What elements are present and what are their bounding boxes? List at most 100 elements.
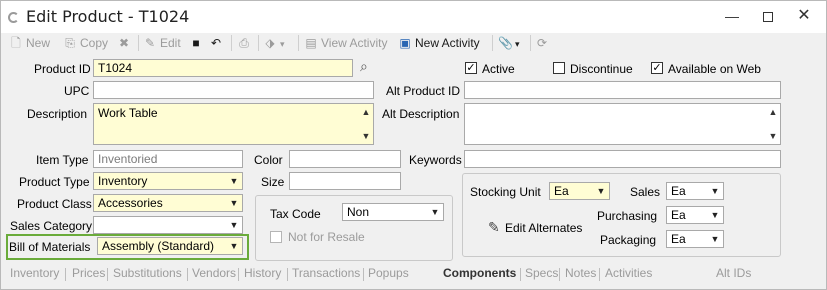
tab-substitutions[interactable]: Substitutions xyxy=(113,266,182,280)
chevron-down-icon[interactable] xyxy=(707,183,723,199)
tab-separator xyxy=(559,268,560,281)
tab-alt-ids[interactable]: Alt IDs xyxy=(716,266,751,280)
chevron-down-icon[interactable] xyxy=(226,217,242,233)
chevron-down-icon[interactable] xyxy=(593,183,609,199)
tax-code-value: Non xyxy=(347,205,370,219)
close-button[interactable]: ✕ xyxy=(789,5,819,27)
sales-unit-label: Sales xyxy=(630,185,661,199)
toolbar-separator xyxy=(298,35,299,51)
edit-icon: ✎ xyxy=(144,36,156,50)
view-activity-icon: ▤ xyxy=(305,36,317,50)
print-button[interactable]: ⎙ xyxy=(237,33,254,53)
tab-popups[interactable]: Popups xyxy=(368,266,409,280)
purchasing-unit-label: Purchasing xyxy=(597,209,658,223)
new-activity-button[interactable]: ▣ New Activity xyxy=(398,33,479,53)
alt-description-scrollbar[interactable]: ▲ ▼ xyxy=(766,104,780,144)
product-type-dropdown[interactable]: Inventory xyxy=(93,172,243,190)
edit-alternates-button[interactable]: Edit Alternates xyxy=(505,221,582,235)
refresh-button[interactable]: ⟳ xyxy=(535,33,552,53)
item-type-value: Inventoried xyxy=(98,152,158,166)
copy-button[interactable]: ⎘ Copy xyxy=(63,33,108,53)
product-class-value: Accessories xyxy=(98,196,163,210)
size-field[interactable] xyxy=(289,172,401,190)
chevron-down-icon[interactable] xyxy=(427,204,443,220)
stocking-unit-dropdown[interactable]: Ea xyxy=(549,182,610,200)
bill-of-materials-dropdown[interactable]: Assembly (Standard) xyxy=(97,237,243,255)
product-id-field[interactable]: T1024 xyxy=(93,59,353,77)
stocking-unit-value: Ea xyxy=(554,184,569,198)
pencil-icon[interactable]: ✎ xyxy=(488,219,500,236)
description-text: Work Table xyxy=(98,106,158,120)
tab-separator xyxy=(107,268,108,281)
toolbar-separator xyxy=(138,35,139,51)
discontinue-checkbox[interactable] xyxy=(553,62,565,74)
purchasing-unit-dropdown[interactable]: Ea xyxy=(666,206,724,224)
scroll-down-icon[interactable]: ▼ xyxy=(359,131,373,141)
tag-dropdown-button[interactable]: ⬗ ▾ xyxy=(263,33,284,53)
units-group: Stocking Unit Ea Sales Ea Purchasing Ea … xyxy=(462,173,781,257)
packaging-unit-value: Ea xyxy=(671,232,686,246)
available-on-web-checkbox[interactable]: ✓ xyxy=(651,62,663,74)
chevron-down-icon[interactable] xyxy=(226,195,242,211)
attach-dropdown-button[interactable]: 📎 ▾ xyxy=(498,33,520,53)
tab-transactions[interactable]: Transactions xyxy=(292,266,360,280)
tab-inventory[interactable]: Inventory xyxy=(10,266,59,280)
upc-label: UPC xyxy=(64,84,90,98)
stocking-unit-label: Stocking Unit xyxy=(470,185,541,199)
tab-vendors[interactable]: Vendors xyxy=(192,266,236,280)
keywords-field[interactable] xyxy=(464,150,781,168)
scroll-up-icon[interactable]: ▲ xyxy=(766,107,780,117)
alt-description-field[interactable]: ▲ ▼ xyxy=(464,103,781,145)
toolbar: 🗋 New ⎘ Copy ✖ ✎ Edit ■ ↶ ⎙ ⬗ ▾ ▤ View Activi… xyxy=(9,33,819,55)
chevron-down-icon[interactable] xyxy=(707,207,723,223)
delete-button[interactable]: ✖ xyxy=(117,33,134,53)
chevron-down-icon[interactable] xyxy=(226,173,242,189)
color-label: Color xyxy=(254,153,283,167)
tab-notes[interactable]: Notes xyxy=(565,266,596,280)
sales-unit-dropdown[interactable]: Ea xyxy=(666,182,724,200)
minimize-button[interactable]: — xyxy=(717,5,747,27)
undo-button[interactable]: ↶ xyxy=(209,33,226,53)
product-form: Product ID T1024 ⌕ UPC Description Work … xyxy=(6,55,822,263)
alt-product-id-field[interactable] xyxy=(464,81,781,99)
upc-field[interactable] xyxy=(93,81,374,99)
packaging-unit-dropdown[interactable]: Ea xyxy=(666,230,724,248)
bill-of-materials-value: Assembly (Standard) xyxy=(102,239,215,253)
tax-code-label: Tax Code xyxy=(270,207,321,221)
product-class-dropdown[interactable]: Accessories xyxy=(93,194,243,212)
alt-product-id-label: Alt Product ID xyxy=(386,84,461,98)
edit-button[interactable]: ✎ Edit xyxy=(143,33,181,53)
chevron-down-icon[interactable] xyxy=(226,238,242,254)
tab-specs[interactable]: Specs xyxy=(525,266,558,280)
tab-activities[interactable]: Activities xyxy=(605,266,652,280)
item-type-field[interactable]: Inventoried xyxy=(93,150,243,168)
bill-of-materials-label: Bill of Materials xyxy=(9,240,91,254)
description-field[interactable]: Work Table ▲ ▼ xyxy=(93,103,374,145)
tab-separator xyxy=(187,268,188,281)
scroll-up-icon[interactable]: ▲ xyxy=(359,107,373,117)
active-checkbox[interactable]: ✓ xyxy=(465,62,477,74)
sales-category-dropdown[interactable] xyxy=(93,216,243,234)
chevron-down-icon[interactable] xyxy=(707,231,723,247)
tab-prices[interactable]: Prices xyxy=(72,266,105,280)
undo-icon: ↶ xyxy=(210,36,222,50)
scroll-down-icon[interactable]: ▼ xyxy=(766,131,780,141)
new-button[interactable]: 🗋 New xyxy=(9,33,50,53)
tab-separator xyxy=(363,268,364,281)
save-button[interactable]: ■ xyxy=(189,33,206,53)
color-field[interactable] xyxy=(289,150,401,168)
window-title: Edit Product - T1024 xyxy=(26,7,190,26)
tab-components[interactable]: Components xyxy=(443,266,516,280)
maximize-button[interactable] xyxy=(753,5,783,27)
not-for-resale-checkbox[interactable] xyxy=(270,231,282,243)
description-scrollbar[interactable]: ▲ ▼ xyxy=(359,104,373,144)
tab-history[interactable]: History xyxy=(244,266,281,280)
sales-unit-value: Ea xyxy=(671,184,686,198)
new-icon: 🗋 xyxy=(11,36,21,50)
tab-separator xyxy=(599,268,600,281)
search-icon[interactable]: ⌕ xyxy=(360,58,368,75)
discontinue-label: Discontinue xyxy=(570,62,633,76)
tax-code-dropdown[interactable]: Non xyxy=(342,203,444,221)
view-activity-button[interactable]: ▤ View Activity xyxy=(304,33,387,53)
tab-strip: Inventory Prices Substitutions Vendors H… xyxy=(1,263,827,285)
